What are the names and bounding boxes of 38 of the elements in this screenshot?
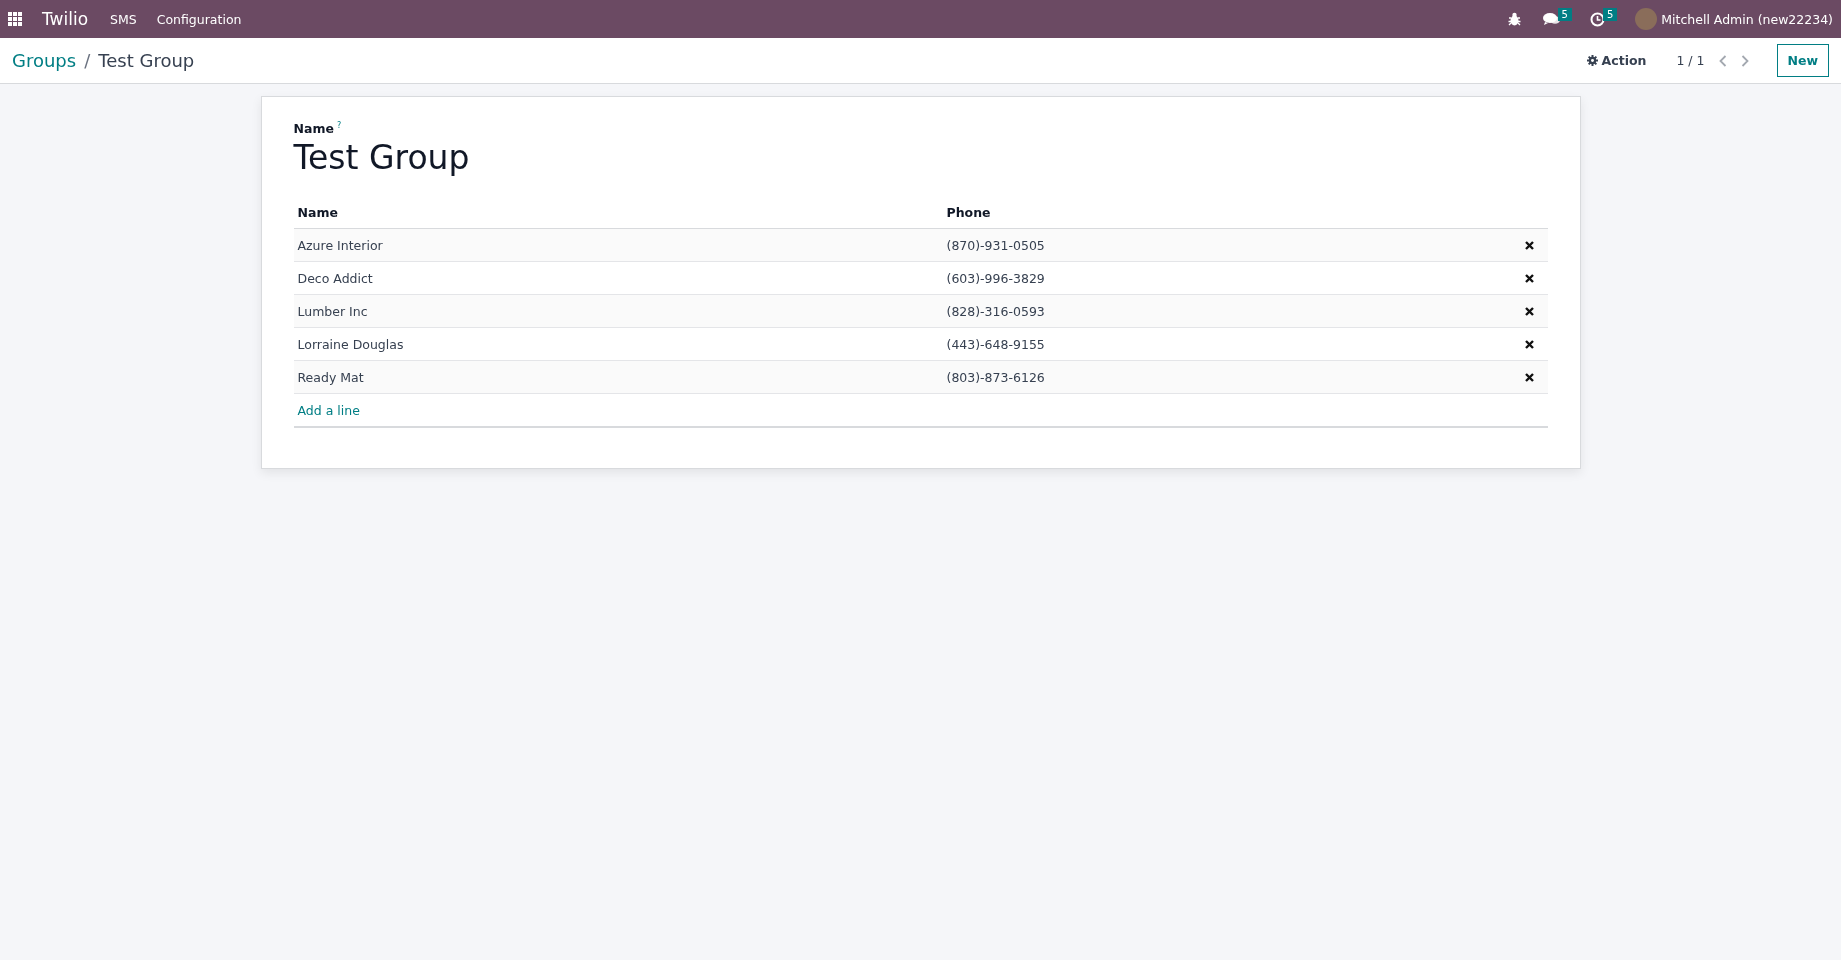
group-name-field[interactable]: Test Group (293, 138, 1548, 177)
clock-icon[interactable] (1589, 11, 1605, 27)
column-header[interactable]: Name (293, 197, 943, 229)
user-name[interactable]: Mitchell Admin (new22234) (1661, 11, 1833, 27)
phone-cell: (443)-648-9155 (942, 327, 1512, 361)
breadcrumb-separator: / (84, 50, 91, 71)
activity-count-badge: 5 (1602, 8, 1618, 21)
bug-icon[interactable] (1507, 12, 1521, 26)
add-line-link[interactable]: Add a line (297, 402, 360, 418)
gear-icon (1586, 55, 1598, 66)
phone-cell: (870)-931-0505 (942, 228, 1512, 262)
field-label: Name (293, 121, 334, 136)
help-tooltip-mark[interactable]: ? (336, 121, 342, 130)
phone-cell: (828)-316-0593 (942, 294, 1512, 328)
menu-item[interactable]: SMS (110, 11, 137, 27)
new-button[interactable]: New (1776, 44, 1829, 77)
delete-icon[interactable] (1525, 372, 1534, 382)
contact-name-cell: Azure Interior (293, 228, 943, 262)
breadcrumb-link[interactable]: Groups (12, 50, 77, 71)
pager-value[interactable]: 1 / 1 (1676, 53, 1705, 68)
column-header[interactable]: Phone (942, 197, 1512, 229)
delete-icon[interactable] (1525, 306, 1534, 316)
message-count-badge: 5 (1557, 8, 1572, 21)
app-grid-icon[interactable] (8, 12, 22, 26)
contact-name-cell: Lumber Inc (293, 294, 943, 328)
app-name-link[interactable]: Twilio (42, 9, 89, 29)
delete-icon[interactable] (1525, 339, 1534, 349)
contact-name-cell: Lorraine Douglas (293, 327, 943, 361)
phone-cell: (803)-873-6126 (942, 360, 1512, 394)
contact-name-cell: Deco Addict (293, 261, 943, 295)
contact-name-cell: Ready Mat (293, 360, 943, 394)
menu-item[interactable]: Configuration (156, 11, 242, 27)
action-button[interactable]: Action (1582, 49, 1651, 72)
delete-icon[interactable] (1525, 273, 1534, 283)
phone-cell: (603)-996-3829 (942, 261, 1512, 295)
delete-icon[interactable] (1525, 240, 1534, 250)
breadcrumb-current: Test Group (98, 50, 195, 71)
chat-bubbles-icon[interactable] (1542, 12, 1560, 26)
